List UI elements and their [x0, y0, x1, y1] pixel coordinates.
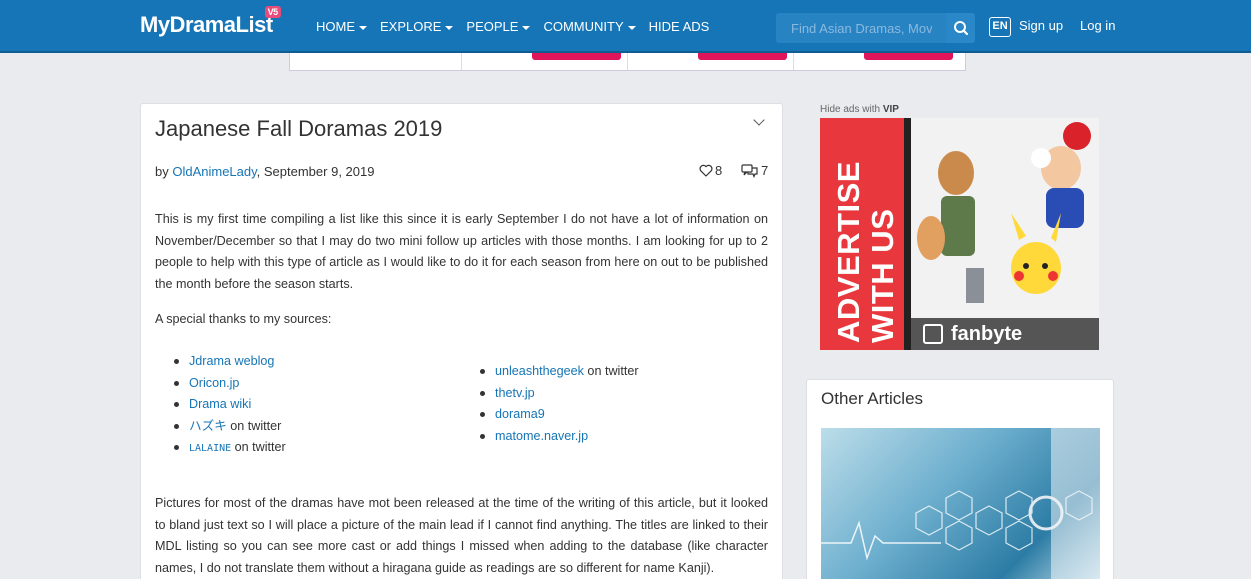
medical-hexagons-illustration [821, 428, 1100, 579]
article-thumbnail[interactable] [821, 428, 1100, 579]
heart-icon [699, 164, 713, 177]
nav-item-people[interactable]: PEOPLE [466, 19, 531, 34]
hide-ads-vip-link[interactable]: Hide ads with VIP [820, 104, 899, 115]
article-date: , September 9, 2019 [256, 164, 375, 179]
article-paragraph-thanks: A special thanks to my sources: [155, 312, 332, 326]
list-item: Drama wiki [170, 394, 286, 416]
version-badge: V5 [264, 6, 281, 18]
game-characters-illustration [911, 118, 1099, 318]
login-link[interactable]: Log in [1080, 18, 1115, 33]
sources-list-left: Jdrama weblog Oricon.jp Drama wiki ハズキ o… [170, 351, 286, 460]
nav-item-community[interactable]: COMMUNITY [543, 19, 636, 34]
top-ad-banner[interactable] [289, 53, 966, 71]
caret-down-icon [445, 25, 454, 30]
list-item: matome.naver.jp [476, 426, 639, 448]
signup-link[interactable]: Sign up [1019, 18, 1063, 33]
author-link[interactable]: OldAnimeLady [172, 164, 256, 179]
sources-list-right: unleashthegeek on twitter thetv.jp doram… [476, 361, 639, 447]
article-byline: by OldAnimeLady, September 9, 2019 [155, 164, 375, 179]
article-paragraph-intro: This is my first time compiling a list l… [155, 212, 768, 291]
chevron-down-icon[interactable] [753, 114, 765, 126]
search-button[interactable] [947, 13, 975, 43]
fanbyte-logo-icon [923, 324, 943, 344]
search-icon [954, 21, 969, 36]
like-button[interactable]: 8 [699, 163, 722, 178]
ad-button [532, 53, 621, 60]
list-item: Jdrama weblog [170, 351, 286, 373]
list-item: dorama9 [476, 404, 639, 426]
ad-red-panel: ADVERTISE WITH US [820, 118, 907, 350]
site-logo[interactable]: MyDramaList V5 [140, 6, 281, 38]
source-link[interactable]: matome.naver.jp [495, 429, 588, 443]
ad-button [698, 53, 787, 60]
comments-icon [741, 163, 758, 178]
ad-button [864, 53, 953, 60]
source-link[interactable]: thetv.jp [495, 386, 535, 400]
other-articles-title: Other Articles [821, 389, 924, 408]
source-link[interactable]: Jdrama weblog [189, 354, 274, 368]
ad-divider [904, 118, 911, 350]
main-menu: HOME EXPLORE PEOPLE COMMUNITY HIDE ADS [316, 19, 709, 34]
list-item: Oricon.jp [170, 373, 286, 395]
article-paragraph-pictures: Pictures for most of the dramas have mot… [155, 496, 768, 575]
nav-item-home[interactable]: HOME [316, 19, 367, 34]
ad-divider [627, 53, 628, 70]
source-link[interactable]: dorama9 [495, 407, 545, 421]
caret-down-icon [627, 25, 636, 30]
article-card: Japanese Fall Doramas 2019 by OldAnimeLa… [140, 103, 783, 579]
ad-headline: ADVERTISE WITH US [831, 161, 900, 343]
article-title: Japanese Fall Doramas 2019 [155, 116, 443, 141]
sidebar-ad[interactable]: ADVERTISE WITH US fanbyte [820, 118, 1099, 350]
list-item: LALAINE on twitter [170, 437, 286, 460]
ad-brand-bar: fanbyte [911, 318, 1099, 350]
ad-divider [461, 53, 462, 70]
source-link[interactable]: Oricon.jp [189, 376, 239, 390]
ad-divider [793, 53, 794, 70]
list-item: unleashthegeek on twitter [476, 361, 639, 383]
search-input[interactable] [776, 13, 947, 43]
nav-item-explore[interactable]: EXPLORE [380, 19, 454, 34]
caret-down-icon [359, 25, 367, 30]
comments-button[interactable]: 7 [741, 163, 768, 178]
list-item: ハズキ on twitter [170, 416, 286, 438]
source-link[interactable]: LALAINE [189, 443, 231, 454]
source-link[interactable]: ハズキ [189, 419, 227, 433]
nav-item-hide-ads[interactable]: HIDE ADS [649, 19, 710, 34]
like-count: 8 [715, 163, 723, 178]
top-nav: MyDramaList V5 HOME EXPLORE PEOPLE COMMU… [0, 0, 1251, 53]
comment-count: 7 [761, 163, 769, 178]
source-link[interactable]: unleashthegeek [495, 364, 584, 378]
language-selector[interactable]: EN [989, 17, 1011, 37]
caret-down-icon [522, 25, 531, 30]
source-link[interactable]: Drama wiki [189, 397, 251, 411]
other-articles-panel: Other Articles [806, 379, 1114, 579]
list-item: thetv.jp [476, 383, 639, 405]
